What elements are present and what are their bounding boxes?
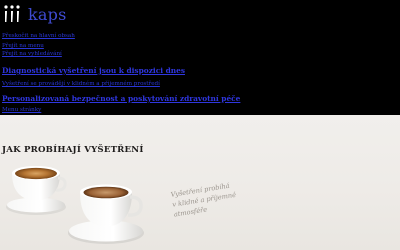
site-logo[interactable]: kaps (3, 4, 73, 26)
right-cup-coffee (83, 186, 129, 199)
logo-text: kaps (28, 5, 67, 24)
link-diagnostic-exams[interactable]: Diagnostická vyšetření jsou k dispozici … (2, 66, 185, 75)
link-personalized-care[interactable]: Personalizovaná bezpečnost a poskytování… (2, 94, 240, 103)
hero-title: JAK PROBÍHAJÍ VYŠETŘENÍ (2, 145, 144, 155)
link-page-menu[interactable]: Menu stránky (2, 107, 41, 114)
skip-to-content-link[interactable]: Přeskočit na hlavní obsah (2, 33, 75, 40)
left-cup-crema (15, 167, 57, 180)
link-calm-environment[interactable]: Vyšetření se provádějí v klidném a příje… (2, 81, 160, 88)
skip-to-search-link[interactable]: Přejít na vyhledávání (2, 51, 62, 58)
hero-banner: JAK PROBÍHAJÍ VYŠETŘENÍ Vyšetření probíh… (0, 115, 400, 250)
skip-to-menu-link[interactable]: Přejít na menu (2, 43, 44, 50)
site-header: kaps (0, 0, 400, 32)
kaps-logo-icon (4, 5, 20, 22)
